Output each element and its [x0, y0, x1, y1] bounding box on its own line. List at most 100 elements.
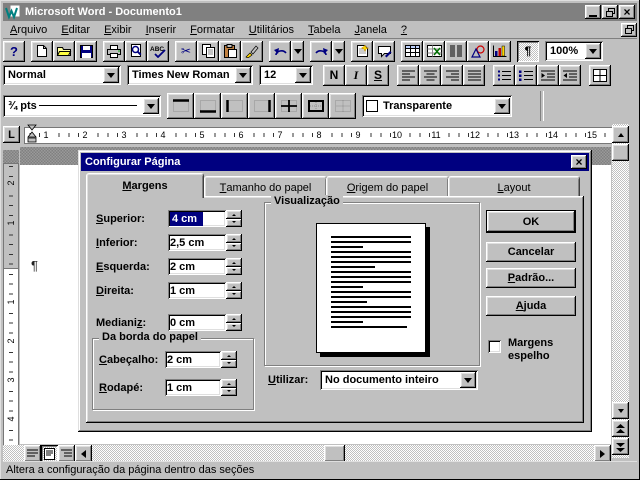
- spin-up-button[interactable]: [221, 351, 237, 360]
- italic-button[interactable]: I: [345, 65, 367, 86]
- next-page-button[interactable]: [612, 438, 629, 455]
- bold-button[interactable]: N: [323, 65, 345, 86]
- spin-down-button[interactable]: [226, 291, 242, 300]
- menu-tabela[interactable]: Tabela: [301, 23, 347, 37]
- scroll-right-button[interactable]: [594, 445, 611, 462]
- shading-dropdown-arrow[interactable]: [494, 98, 510, 114]
- cabecalho-input[interactable]: 2 cm: [165, 351, 221, 368]
- zoom-combo[interactable]: 100%: [545, 41, 603, 61]
- scroll-down-button[interactable]: [612, 402, 629, 419]
- style-combo[interactable]: Normal: [3, 65, 121, 85]
- menu-inserir[interactable]: Inserir: [139, 23, 184, 37]
- esquerda-input[interactable]: 2 cm: [168, 258, 226, 275]
- print-button[interactable]: [103, 41, 125, 62]
- mirror-margins-checkbox[interactable]: [488, 340, 501, 353]
- autoformat-button[interactable]: [351, 41, 373, 62]
- open-button[interactable]: [53, 41, 75, 62]
- border-bottom-button[interactable]: [194, 93, 221, 119]
- align-right-button[interactable]: [441, 65, 463, 86]
- numbered-list-button[interactable]: [493, 65, 515, 86]
- spin-up-button[interactable]: [226, 234, 242, 243]
- dialog-close-button[interactable]: ×: [571, 155, 587, 169]
- menu-formatar[interactable]: Formatar: [183, 23, 242, 37]
- drawing-button[interactable]: [467, 41, 489, 62]
- decrease-indent-button[interactable]: [537, 65, 559, 86]
- print-preview-button[interactable]: [125, 41, 147, 62]
- restore-button[interactable]: [602, 5, 618, 19]
- scroll-left-button[interactable]: [75, 445, 92, 462]
- document-restore-button[interactable]: [621, 23, 637, 37]
- indent-markers[interactable]: [27, 124, 38, 144]
- outline-view-button[interactable]: [58, 445, 75, 462]
- font-dropdown-arrow[interactable]: [235, 67, 251, 83]
- justify-button[interactable]: [463, 65, 485, 86]
- redo-dropdown-arrow[interactable]: [332, 41, 345, 62]
- increase-indent-button[interactable]: [559, 65, 581, 86]
- border-left-button[interactable]: [221, 93, 248, 119]
- bulleted-list-button[interactable]: [515, 65, 537, 86]
- scroll-up-button[interactable]: [612, 126, 629, 143]
- align-left-button[interactable]: [397, 65, 419, 86]
- vertical-ruler[interactable]: 21 1234: [3, 150, 19, 444]
- spin-down-button[interactable]: [221, 388, 237, 397]
- tab-layout[interactable]: Layout: [448, 176, 580, 198]
- horizontal-scrollbar[interactable]: [3, 445, 611, 462]
- previous-page-button[interactable]: [612, 420, 629, 437]
- menu-exibir[interactable]: Exibir: [97, 23, 139, 37]
- spin-down-button[interactable]: [226, 267, 242, 276]
- zoom-dropdown-arrow[interactable]: [585, 43, 601, 59]
- undo-button[interactable]: [269, 41, 291, 62]
- superior-input[interactable]: 4 cm: [168, 210, 226, 227]
- tab-alignment-button[interactable]: L: [3, 126, 20, 143]
- spin-up-button[interactable]: [226, 282, 242, 291]
- undo-dropdown-arrow[interactable]: [291, 41, 304, 62]
- columns-button[interactable]: [445, 41, 467, 62]
- borders-toggle-button[interactable]: [589, 65, 611, 86]
- inferior-input[interactable]: 2,5 cm: [168, 234, 226, 251]
- line-width-dropdown-arrow[interactable]: [143, 98, 159, 114]
- redo-button[interactable]: [310, 41, 332, 62]
- spin-up-button[interactable]: [226, 314, 242, 323]
- dialog-title-bar[interactable]: Configurar Página ×: [81, 153, 589, 171]
- font-size-dropdown-arrow[interactable]: [295, 67, 311, 83]
- border-right-button[interactable]: [248, 93, 275, 119]
- format-painter-button[interactable]: [241, 41, 263, 62]
- menu-ajuda[interactable]: ?: [394, 23, 414, 37]
- shading-combo[interactable]: Transparente: [362, 95, 512, 117]
- new-document-button[interactable]: [31, 41, 53, 62]
- border-outside-button[interactable]: [302, 93, 329, 119]
- spelling-button[interactable]: ABC: [147, 41, 169, 62]
- border-inside-button[interactable]: [275, 93, 302, 119]
- copy-button[interactable]: [197, 41, 219, 62]
- minimize-button[interactable]: [585, 5, 601, 19]
- spin-up-button[interactable]: [226, 258, 242, 267]
- save-button[interactable]: [75, 41, 97, 62]
- spin-down-button[interactable]: [226, 243, 242, 252]
- tab-origem-do-papel[interactable]: Origem do papel: [326, 176, 449, 198]
- font-combo[interactable]: Times New Roman: [127, 65, 253, 85]
- paste-button[interactable]: [219, 41, 241, 62]
- close-button[interactable]: ×: [619, 5, 635, 19]
- spin-up-button[interactable]: [221, 379, 237, 388]
- underline-button[interactable]: S: [367, 65, 389, 86]
- default-button[interactable]: Padrão...: [486, 268, 576, 288]
- insert-excel-button[interactable]: [423, 41, 445, 62]
- help-button[interactable]: Ajuda: [486, 296, 576, 316]
- apply-to-dropdown-arrow[interactable]: [460, 372, 476, 388]
- autotext-button[interactable]: [373, 41, 395, 62]
- spin-up-button[interactable]: [226, 210, 242, 219]
- line-width-combo[interactable]: ¾ pts: [3, 95, 161, 117]
- apply-to-combo[interactable]: No documento inteiro: [320, 370, 478, 390]
- style-dropdown-arrow[interactable]: [103, 67, 119, 83]
- page-layout-view-button[interactable]: [41, 445, 58, 462]
- spin-down-button[interactable]: [221, 360, 237, 369]
- menu-arquivo[interactable]: Arquivo: [3, 23, 54, 37]
- tab-margens[interactable]: Margens: [86, 173, 204, 198]
- rodape-input[interactable]: 1 cm: [165, 379, 221, 396]
- menu-janela[interactable]: Janela: [347, 23, 393, 37]
- h-ruler-strip[interactable]: 123456789101112131415: [24, 127, 614, 144]
- menu-editar[interactable]: Editar: [54, 23, 97, 37]
- chart-button[interactable]: [489, 41, 511, 62]
- h-scroll-thumb[interactable]: [324, 445, 345, 462]
- border-top-button[interactable]: [167, 93, 194, 119]
